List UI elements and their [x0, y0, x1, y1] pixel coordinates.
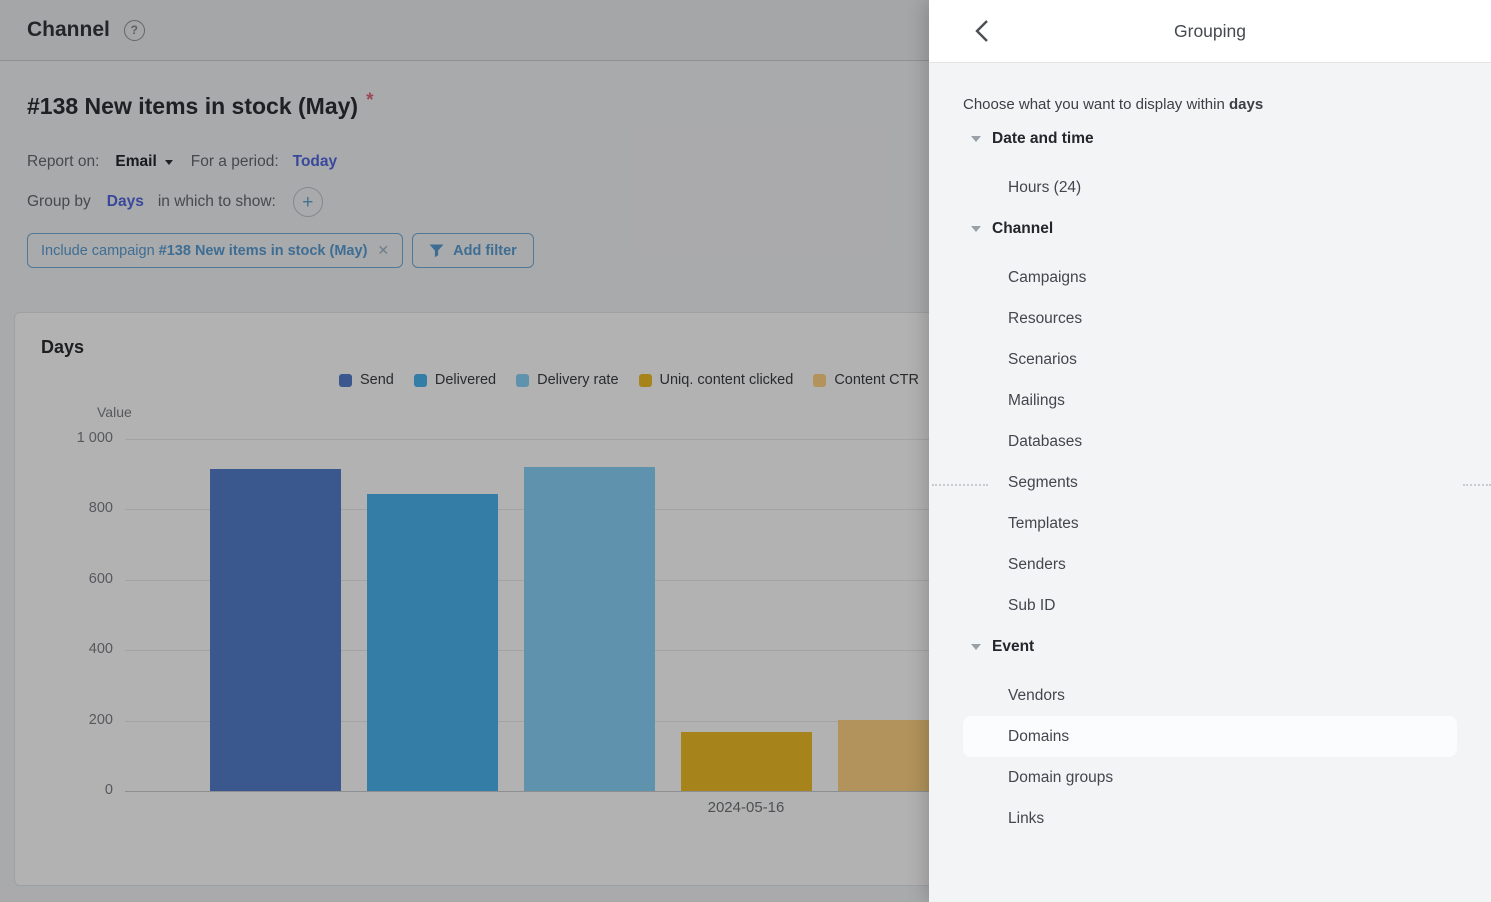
back-button[interactable] — [969, 16, 995, 46]
group-item-label: Campaigns — [1008, 269, 1086, 287]
group-item-label: Databases — [1008, 433, 1082, 451]
group-item-label: Links — [1008, 810, 1044, 828]
dashed-line-fragment — [932, 484, 988, 486]
group-section-date-and-time[interactable]: Date and time — [963, 118, 1457, 159]
group-item-label: Resources — [1008, 310, 1082, 328]
group-item-label: Segments — [1008, 474, 1078, 492]
group-item-campaigns[interactable]: Campaigns — [963, 257, 1457, 298]
chevron-left-icon — [972, 18, 992, 44]
section-label: Channel — [992, 220, 1053, 238]
panel-instruction: Choose what you want to display within d… — [963, 63, 1457, 118]
group-item-label: Scenarios — [1008, 351, 1077, 369]
group-item-domain-groups[interactable]: Domain groups — [963, 757, 1457, 798]
instruction-emphasis: days — [1229, 96, 1263, 113]
group-item-label: Mailings — [1008, 392, 1065, 410]
group-item-segments[interactable]: Segments — [963, 462, 1457, 503]
group-item-sub-id[interactable]: Sub ID — [963, 585, 1457, 626]
group-item-resources[interactable]: Resources — [963, 298, 1457, 339]
group-item-label: Vendors — [1008, 687, 1065, 705]
collapse-triangle-icon — [971, 136, 981, 142]
group-item-senders[interactable]: Senders — [963, 544, 1457, 585]
grouping-panel: Grouping Choose what you want to display… — [929, 0, 1491, 902]
group-item-hours-24[interactable]: Hours (24) — [963, 167, 1457, 208]
app-screen: Channel ? #138 New items in stock (May)*… — [0, 0, 1491, 902]
group-item-label: Domain groups — [1008, 769, 1113, 787]
grouping-list: Date and time Hours (24) Channel Campaigns R… — [963, 118, 1457, 839]
group-item-templates[interactable]: Templates — [963, 503, 1457, 544]
dashed-line-fragment — [1463, 484, 1491, 486]
group-item-scenarios[interactable]: Scenarios — [963, 339, 1457, 380]
group-section-event[interactable]: Event — [963, 626, 1457, 667]
instruction-text: Choose what you want to display within — [963, 96, 1229, 113]
group-item-label: Templates — [1008, 515, 1079, 533]
collapse-triangle-icon — [971, 226, 981, 232]
group-item-label: Domains — [1008, 728, 1069, 746]
collapse-triangle-icon — [971, 644, 981, 650]
panel-body: Choose what you want to display within d… — [929, 63, 1491, 839]
group-item-mailings[interactable]: Mailings — [963, 380, 1457, 421]
group-item-vendors[interactable]: Vendors — [963, 675, 1457, 716]
group-item-label: Sub ID — [1008, 597, 1055, 615]
group-item-links[interactable]: Links — [963, 798, 1457, 839]
group-section-channel[interactable]: Channel — [963, 208, 1457, 249]
section-label: Event — [992, 638, 1034, 656]
panel-header: Grouping — [929, 0, 1491, 63]
group-item-domains[interactable]: Domains — [963, 716, 1457, 757]
group-item-label: Hours (24) — [1008, 179, 1081, 197]
section-label: Date and time — [992, 130, 1094, 148]
group-item-label: Senders — [1008, 556, 1066, 574]
panel-title: Grouping — [1174, 21, 1246, 42]
group-item-databases[interactable]: Databases — [963, 421, 1457, 462]
